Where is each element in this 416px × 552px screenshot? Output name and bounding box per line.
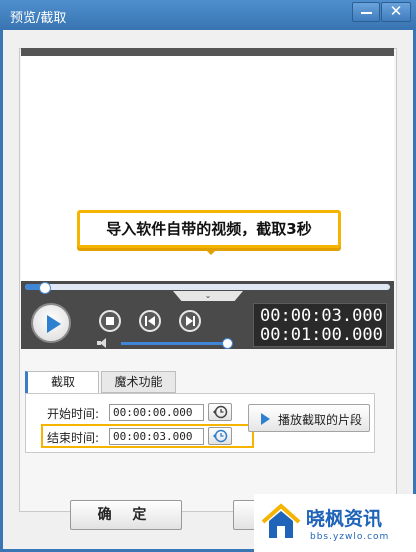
- watermark-url: bbs.yzwlo.com: [310, 532, 390, 542]
- minimize-button[interactable]: [352, 2, 380, 22]
- volume-slider[interactable]: [121, 342, 227, 345]
- end-time-input[interactable]: 00:00:03.000: [109, 428, 204, 445]
- progress-bar[interactable]: [25, 282, 390, 294]
- time-display: 00:00:03.000 00:01:00.000: [253, 303, 387, 347]
- volume-handle[interactable]: [222, 338, 233, 349]
- play-button[interactable]: [31, 303, 71, 343]
- window-title: 预览/截取: [10, 11, 67, 26]
- next-frame-button[interactable]: [179, 310, 201, 332]
- close-button[interactable]: ✕: [381, 2, 411, 22]
- house-logo-icon: [261, 503, 301, 538]
- play-icon: [261, 413, 270, 425]
- title-bar: 预览/截取 ✕: [0, 0, 416, 30]
- play-segment-button[interactable]: 播放截取的片段: [248, 404, 370, 432]
- dialog-body: 导入软件自带的视频，截取3秒 ⌄ 00:00:03.000 00:01:00.0…: [3, 30, 413, 549]
- play-icon: [47, 315, 61, 333]
- previous-frame-button[interactable]: [139, 310, 161, 332]
- expand-toggle[interactable]: ⌄: [173, 291, 243, 301]
- tab-capture[interactable]: 截取: [25, 371, 99, 393]
- volume-icon[interactable]: [97, 338, 109, 348]
- previous-icon: [145, 316, 147, 326]
- watermark: 晓枫资讯 bbs.yzwlo.com: [254, 494, 416, 552]
- watermark-name: 晓枫资讯: [306, 508, 383, 530]
- progress-handle[interactable]: [39, 282, 51, 294]
- start-time-input[interactable]: 00:00:00.000: [109, 404, 204, 421]
- ok-button[interactable]: 确 定: [70, 500, 182, 530]
- tab-magic-functions[interactable]: 魔术功能: [101, 371, 176, 393]
- end-time-label: 结束时间:: [47, 431, 100, 445]
- clock-icon: [213, 405, 228, 419]
- caption-callout: 导入软件自带的视频，截取3秒: [77, 210, 341, 248]
- start-time-label: 开始时间:: [47, 407, 100, 421]
- current-time: 00:00:03.000: [260, 306, 383, 326]
- callout-pointer: [204, 248, 218, 255]
- stop-button[interactable]: [99, 310, 121, 332]
- minimize-icon: [361, 12, 372, 14]
- play-segment-label: 播放截取的片段: [278, 413, 363, 427]
- capture-panel: 开始时间: 00:00:00.000 结束时间: 00:00:03.000 播放…: [25, 393, 375, 453]
- set-end-time-button[interactable]: [208, 427, 232, 445]
- stop-icon: [106, 317, 114, 325]
- total-time: 00:01:00.000: [260, 325, 383, 345]
- next-icon: [193, 316, 195, 326]
- set-start-time-button[interactable]: [208, 403, 232, 421]
- clock-icon: [213, 429, 228, 443]
- video-preview: 导入软件自带的视频，截取3秒: [21, 48, 394, 281]
- player-controls: ⌄ 00:00:03.000 00:01:00.000: [21, 281, 394, 349]
